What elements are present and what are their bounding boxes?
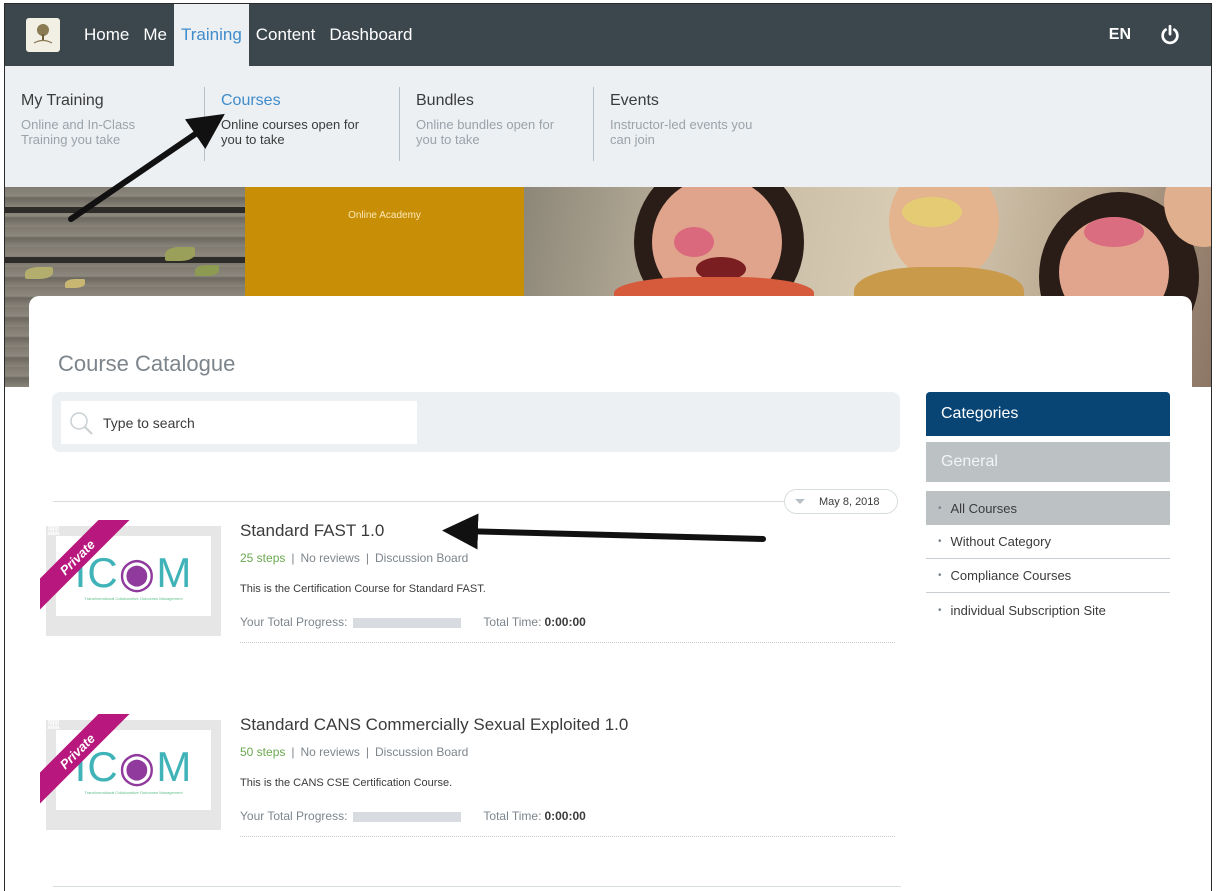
institution-icon: 🏛	[46, 716, 62, 730]
categories-header: Categories	[926, 392, 1170, 436]
course-title[interactable]: Standard CANS Commercially Sexual Exploi…	[240, 715, 628, 735]
submenu-desc-line: Training you take	[21, 132, 121, 147]
nav-home[interactable]: Home	[77, 4, 136, 66]
submenu-title: Events	[610, 92, 659, 109]
course-reviews: No reviews	[300, 745, 360, 759]
submenu-title: My Training	[21, 92, 104, 109]
progress-label: Your Total Progress:	[240, 809, 348, 823]
date-tag: May 8, 2018	[784, 489, 898, 514]
banner-academy-text: Online Academy	[348, 210, 421, 221]
search-bar: Type to search	[52, 392, 900, 452]
course-description: This is the CANS CSE Certification Cours…	[240, 777, 453, 789]
category-group-general[interactable]: General	[926, 442, 1170, 482]
nav-training[interactable]: Training	[173, 4, 249, 66]
private-ribbon: Private 🏛	[40, 714, 130, 804]
submenu-desc: Online and In-Class Training you take	[21, 117, 204, 147]
discussion-board-link[interactable]: Discussion Board	[375, 745, 468, 759]
nav-right: EN	[1109, 4, 1211, 66]
course-meta: 50 steps | No reviews | Discussion Board	[240, 745, 469, 759]
course-steps[interactable]: 25 steps	[240, 551, 285, 565]
submenu-desc-line: Instructor-led events you	[610, 117, 753, 132]
progress-bar	[353, 812, 462, 822]
submenu-desc-line: you to take	[416, 132, 480, 147]
submenu-desc-line: Online courses open for	[221, 117, 360, 132]
category-individual-subscription-site[interactable]: • individual Subscription Site	[926, 593, 1170, 627]
time-label: Total Time:	[483, 615, 542, 629]
bullet-icon: •	[938, 570, 942, 581]
main-nav: Home Me Training Content Dashboard	[77, 4, 420, 66]
course-thumbnail[interactable]: IC◉M Transformational Collaborative Outc…	[40, 520, 221, 636]
list-divider	[53, 886, 901, 887]
category-compliance-courses[interactable]: • Compliance Courses	[926, 559, 1170, 593]
bullet-icon: •	[938, 536, 942, 547]
nav-me[interactable]: Me	[136, 4, 174, 66]
course-progress-row: Your Total Progress: Total Time: 0:00:00	[240, 809, 895, 837]
nav-dashboard[interactable]: Dashboard	[322, 4, 419, 66]
submenu-title: Courses	[221, 92, 281, 109]
tree-logo-icon	[33, 24, 53, 44]
submenu-desc: Online courses open for you to take	[221, 117, 399, 147]
progress-bar	[353, 618, 462, 628]
power-icon[interactable]	[1159, 24, 1181, 46]
categories-sidebar: Categories General • All Courses • Witho…	[926, 392, 1170, 627]
course-item: IC◉M Transformational Collaborative Outc…	[40, 714, 906, 850]
category-label: individual Subscription Site	[950, 602, 1106, 618]
submenu-desc-line: Online bundles open for	[416, 117, 555, 132]
top-navigation: Home Me Training Content Dashboard EN	[5, 4, 1211, 66]
course-progress-row: Your Total Progress: Total Time: 0:00:00	[240, 615, 895, 643]
discussion-board-link[interactable]: Discussion Board	[375, 551, 468, 565]
caret-down-icon	[795, 499, 805, 504]
submenu-courses[interactable]: Courses Online courses open for you to t…	[204, 87, 399, 161]
search-placeholder: Type to search	[103, 414, 195, 431]
app-frame: Home Me Training Content Dashboard EN My…	[4, 3, 1212, 891]
course-reviews: No reviews	[300, 551, 360, 565]
private-ribbon: Private 🏛	[40, 520, 130, 610]
submenu-desc: Instructor-led events you can join	[610, 117, 793, 147]
submenu-my-training[interactable]: My Training Online and In-Class Training…	[5, 87, 204, 161]
nav-content[interactable]: Content	[249, 4, 323, 66]
category-label: Compliance Courses	[950, 568, 1072, 583]
submenu-desc-line: can join	[610, 132, 655, 147]
bullet-icon: •	[938, 502, 942, 514]
submenu-title: Bundles	[416, 92, 474, 109]
language-switcher[interactable]: EN	[1109, 26, 1131, 44]
date-divider	[53, 501, 784, 502]
course-meta: 25 steps | No reviews | Discussion Board	[240, 551, 469, 565]
page-title: Course Catalogue	[58, 351, 236, 376]
course-title[interactable]: Standard FAST 1.0	[240, 521, 384, 541]
training-submenu: My Training Online and In-Class Training…	[5, 66, 1211, 187]
category-label: All Courses	[950, 500, 1017, 516]
search-input[interactable]: Type to search	[61, 401, 417, 444]
course-description: This is the Certification Course for Sta…	[240, 583, 486, 595]
course-thumbnail[interactable]: IC◉M Transformational Collaborative Outc…	[40, 714, 221, 830]
submenu-desc-line: Online and In-Class	[21, 117, 136, 132]
date-label: May 8, 2018	[819, 495, 880, 508]
submenu-bundles[interactable]: Bundles Online bundles open for you to t…	[399, 87, 593, 161]
course-steps[interactable]: 50 steps	[240, 745, 285, 759]
bullet-icon: •	[938, 604, 942, 616]
submenu-desc-line: you to take	[221, 132, 285, 147]
category-without-category[interactable]: • Without Category	[926, 525, 1170, 559]
institution-icon: 🏛	[46, 522, 62, 536]
category-label: Without Category	[950, 534, 1051, 549]
category-all-courses[interactable]: • All Courses	[926, 491, 1170, 525]
site-logo[interactable]	[26, 18, 60, 52]
time-value: 0:00:00	[544, 809, 586, 823]
submenu-desc: Online bundles open for you to take	[416, 117, 593, 147]
progress-label: Your Total Progress:	[240, 615, 348, 629]
course-item: IC◉M Transformational Collaborative Outc…	[40, 520, 906, 656]
search-icon	[70, 411, 93, 435]
time-label: Total Time:	[483, 809, 542, 823]
time-value: 0:00:00	[544, 615, 586, 629]
submenu-events[interactable]: Events Instructor-led events you can joi…	[593, 87, 793, 161]
course-catalogue-card: Course Catalogue Type to search May 8, 2…	[29, 296, 1192, 891]
